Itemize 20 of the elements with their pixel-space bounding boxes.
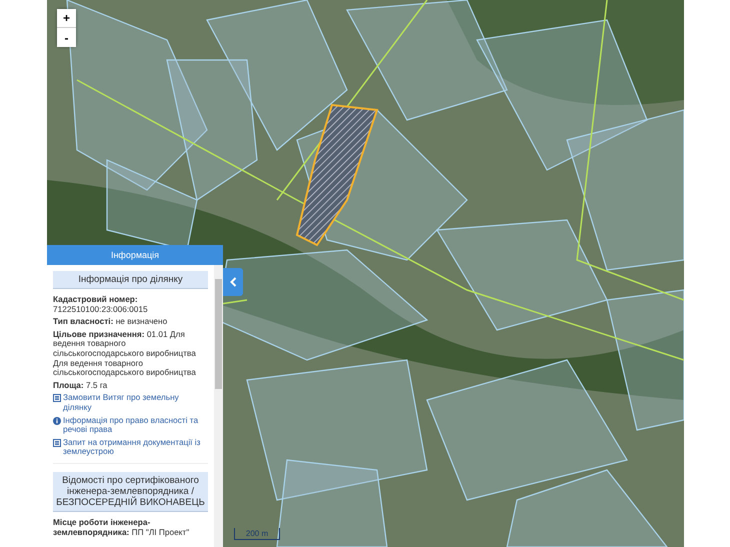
info-link[interactable]: Інформація про право власності та речові права: [53, 416, 208, 435]
zoom-in-button[interactable]: +: [57, 9, 76, 28]
panel-title: Інформація: [47, 245, 223, 265]
document-icon: [53, 394, 61, 402]
document-icon: [53, 438, 61, 447]
field-text: Місце роботи інженера-землевпорядника: ПП "ЛІ Проект": [53, 518, 190, 538]
field-text: Тип власності: не визначено: [53, 317, 168, 327]
scale-bar: 200 m: [234, 528, 280, 540]
chevron-left-icon: [230, 277, 236, 287]
section-heading: Відомості про сертифікованого інженера-землевпорядника / БЕЗПОСЕРЕДНІЙ ВИКОНАВЕЦЬ: [53, 472, 208, 512]
collapse-panel-button[interactable]: [223, 268, 243, 296]
info-icon: [53, 416, 61, 425]
field-text: Площа: 7.5 га: [53, 380, 108, 390]
field-text: Цільове призначення: 01.01 Для ведення товарного сільськогосподарського виробництва Для ведення товарного сільськогосподарського виробництва: [53, 330, 197, 378]
info-link[interactable]: Замовити Витяг про земельну ділянку: [53, 393, 208, 413]
section-heading: Інформація про ділянку: [53, 271, 208, 289]
info-link[interactable]: Запит на отримання документації із землеустрою: [53, 438, 208, 457]
zoom-out-button[interactable]: -: [57, 28, 76, 47]
field-text: Кадастровий номер: 7122510100:23:006:0015: [53, 295, 149, 314]
scrollbar[interactable]: [214, 265, 223, 547]
